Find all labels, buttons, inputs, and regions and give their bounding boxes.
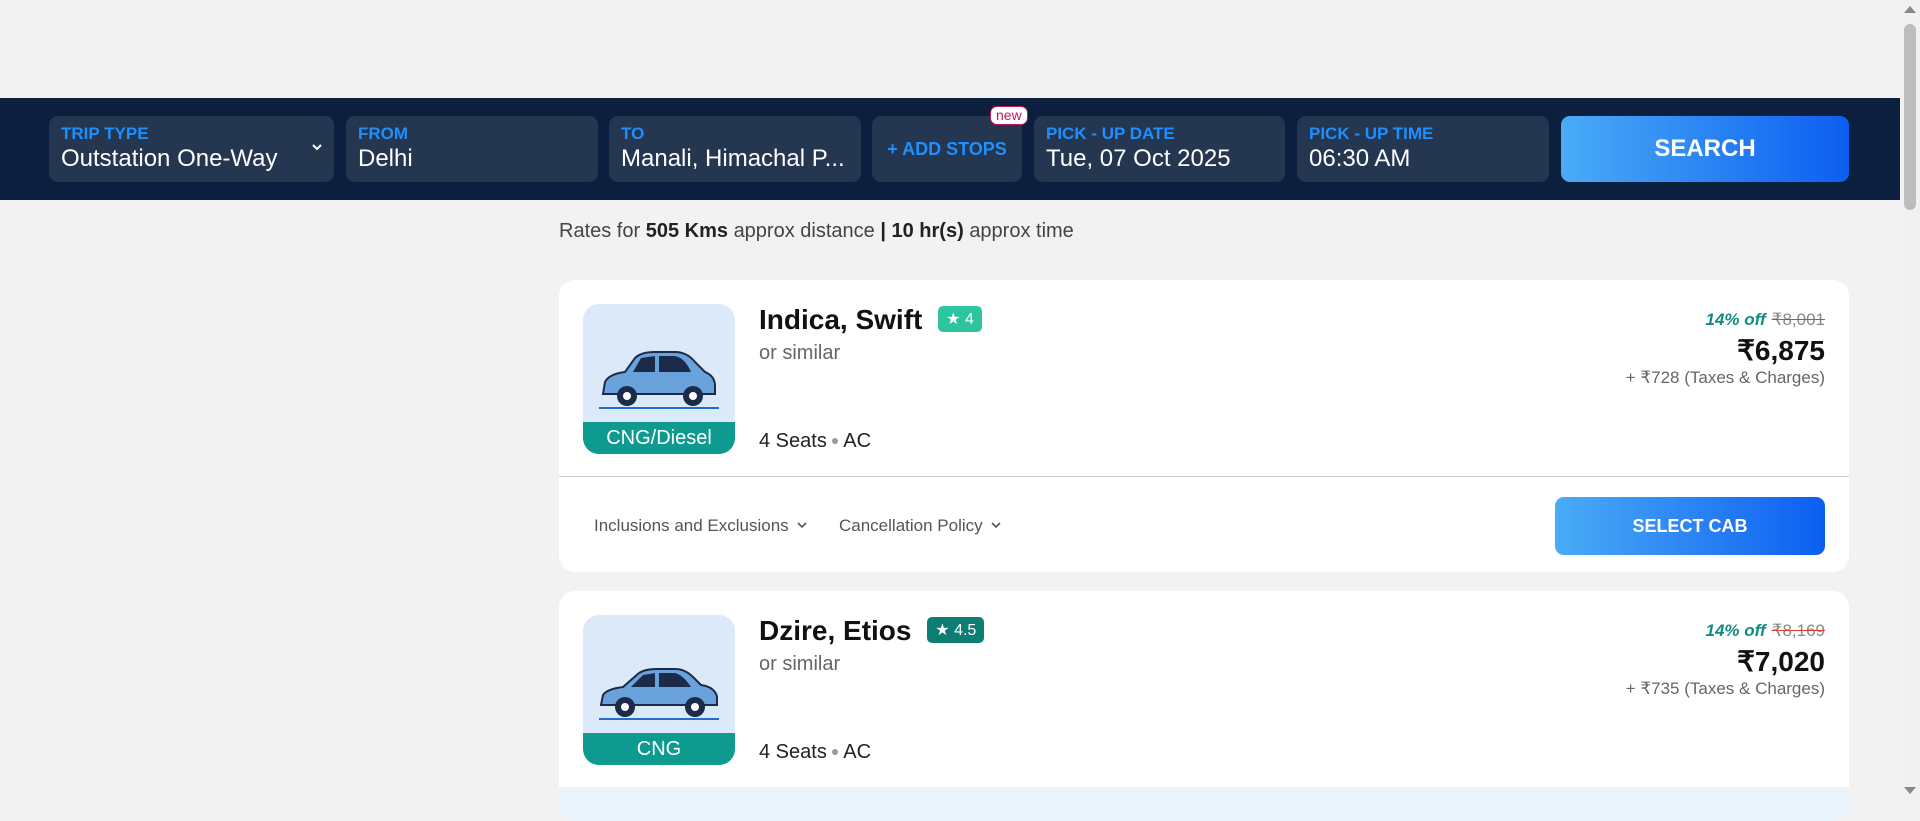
cab-name-text: Dzire, Etios <box>759 615 912 646</box>
cab-name-text: Indica, Swift <box>759 304 923 335</box>
from-field[interactable]: FROM Delhi <box>346 116 598 182</box>
trip-type-value: Outstation One-Way <box>61 145 278 172</box>
search-button[interactable]: SEARCH <box>1561 116 1849 182</box>
rating-badge: ★ 4.5 <box>927 616 985 643</box>
cab-features: 4 Seats ● AC <box>759 430 871 453</box>
scrollbar-thumb[interactable] <box>1904 24 1916 210</box>
taxes-text: + ₹735 (Taxes & Charges) <box>1625 679 1825 698</box>
chevron-down-icon <box>797 522 807 529</box>
cancellation-label: Cancellation Policy <box>839 516 983 535</box>
search-bar: TRIP TYPE Outstation One-Way FROM Delhi … <box>0 98 1900 200</box>
scroll-up-icon[interactable] <box>1904 6 1916 13</box>
rates-time-suffix: approx time <box>969 220 1074 242</box>
cab-name: Dzire, Etios ★ 4.5 <box>759 615 985 647</box>
rating-badge: ★ 4 <box>938 305 982 332</box>
taxes-text: + ₹728 (Taxes & Charges) <box>1625 368 1825 387</box>
to-label: TO <box>621 124 645 143</box>
ac-text: AC <box>843 741 872 763</box>
rating-value: 4.5 <box>954 621 977 639</box>
ac-text: AC <box>843 430 872 452</box>
cab-card: CNG/Diesel Indica, Swift ★ 4 or similar … <box>559 280 1849 572</box>
to-value: Manali, Himachal P... <box>621 145 845 172</box>
pickup-date-label: PICK - UP DATE <box>1046 124 1175 143</box>
select-cab-button[interactable]: SELECT CAB <box>1555 497 1825 555</box>
card-divider <box>559 476 1849 477</box>
card-footer-strip <box>559 787 1849 821</box>
scroll-down-icon[interactable] <box>1904 787 1916 794</box>
or-similar-text: or similar <box>759 342 841 364</box>
discount-line: 14% off ₹8,001 <box>1705 310 1825 330</box>
chevron-down-icon <box>991 522 1001 529</box>
cab-image: CNG/Diesel <box>583 304 735 454</box>
rates-separator: | <box>880 220 886 242</box>
add-stops-button[interactable]: + ADD STOPS <box>872 116 1022 182</box>
pickup-date-value: Tue, 07 Oct 2025 <box>1046 145 1231 172</box>
cancellation-policy-toggle[interactable]: Cancellation Policy <box>839 516 1001 536</box>
cab-image: CNG <box>583 615 735 765</box>
separator-dot: ● <box>830 432 840 448</box>
fuel-type-badge: CNG/Diesel <box>583 422 735 454</box>
original-price: ₹8,001 <box>1771 310 1825 329</box>
original-price: ₹8,169 <box>1771 621 1825 640</box>
rating-value: 4 <box>964 310 974 328</box>
page-scrollbar[interactable] <box>1900 0 1920 800</box>
from-label: FROM <box>358 124 409 143</box>
from-value: Delhi <box>358 145 413 172</box>
fuel-type-badge: CNG <box>583 733 735 765</box>
cab-name: Indica, Swift ★ 4 <box>759 304 982 336</box>
cab-card: CNG Dzire, Etios ★ 4.5 or similar 4 Seat… <box>559 591 1849 821</box>
new-badge: new <box>990 106 1028 125</box>
trip-type-select[interactable]: TRIP TYPE Outstation One-Way <box>49 116 334 182</box>
trip-type-label: TRIP TYPE <box>61 124 149 143</box>
pickup-time-field[interactable]: PICK - UP TIME 06:30 AM <box>1297 116 1549 182</box>
seats-text: 4 Seats <box>759 741 827 763</box>
pickup-date-field[interactable]: PICK - UP DATE Tue, 07 Oct 2025 <box>1034 116 1285 182</box>
cab-features: 4 Seats ● AC <box>759 741 871 764</box>
star-icon: ★ <box>946 310 961 328</box>
cab-price: ₹6,875 <box>1737 335 1825 366</box>
rates-prefix: Rates for <box>559 220 641 242</box>
chevron-down-icon <box>312 144 322 151</box>
star-icon: ★ <box>935 621 950 639</box>
rates-distance: 505 Kms <box>645 220 728 242</box>
rates-time: 10 hr(s) <box>891 220 964 242</box>
inclusions-toggle[interactable]: Inclusions and Exclusions <box>594 516 807 536</box>
cab-price: ₹7,020 <box>1737 646 1825 677</box>
seats-text: 4 Seats <box>759 430 827 452</box>
pickup-time-label: PICK - UP TIME <box>1309 124 1434 143</box>
or-similar-text: or similar <box>759 653 841 675</box>
car-icon <box>599 668 719 720</box>
discount-percent: 14% off <box>1705 310 1766 329</box>
to-field[interactable]: TO Manali, Himachal P... <box>609 116 861 182</box>
inclusions-label: Inclusions and Exclusions <box>594 516 789 535</box>
discount-percent: 14% off <box>1705 621 1766 640</box>
discount-line: 14% off ₹8,169 <box>1705 621 1825 641</box>
rates-summary: Rates for 505 Kms approx distance | 10 h… <box>559 220 1074 243</box>
pickup-time-value: 06:30 AM <box>1309 145 1411 172</box>
car-icon <box>599 351 719 409</box>
separator-dot: ● <box>830 743 840 759</box>
rates-distance-suffix: approx distance <box>733 220 875 242</box>
